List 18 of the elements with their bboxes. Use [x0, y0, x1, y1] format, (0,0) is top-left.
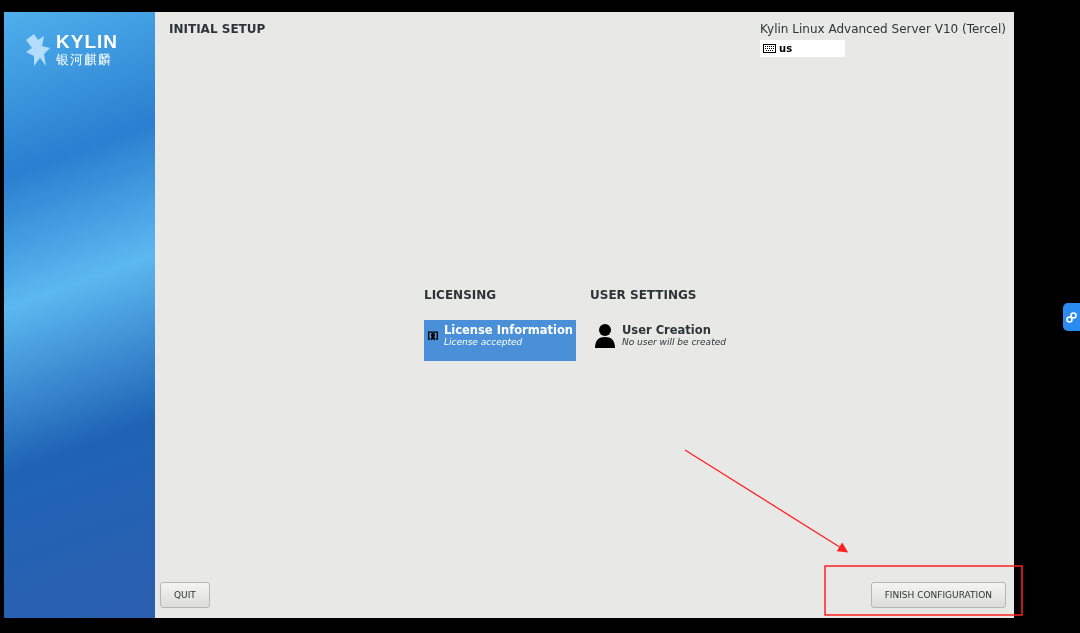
quit-button[interactable]: QUIT — [160, 582, 210, 608]
spoke-title: User Creation — [622, 323, 712, 337]
person-icon — [593, 323, 617, 349]
page-title: INITIAL SETUP — [169, 22, 266, 38]
product-name: Kylin Linux Advanced Server V10 (Tercel) — [760, 22, 1006, 36]
category-title: LICENSING — [424, 288, 498, 302]
spoke-status: No user will be created — [622, 337, 726, 347]
side-tab[interactable] — [1063, 303, 1080, 331]
category-title: USER SETTINGS — [590, 288, 698, 302]
logo-name: KYLIN — [56, 32, 118, 52]
spoke-item[interactable]: User Creation No user will be created — [590, 320, 742, 361]
finish-configuration-button[interactable]: FINISH CONFIGURATION — [870, 582, 1006, 608]
spoke-title: License Information — [443, 323, 573, 337]
link-icon — [1066, 311, 1077, 323]
logo-subtitle: 银河麒麟 — [56, 52, 113, 68]
keyboard-icon — [763, 44, 777, 53]
spoke-status: License accepted — [443, 337, 524, 347]
keyboard-layout-indicator[interactable]: us — [760, 40, 846, 57]
